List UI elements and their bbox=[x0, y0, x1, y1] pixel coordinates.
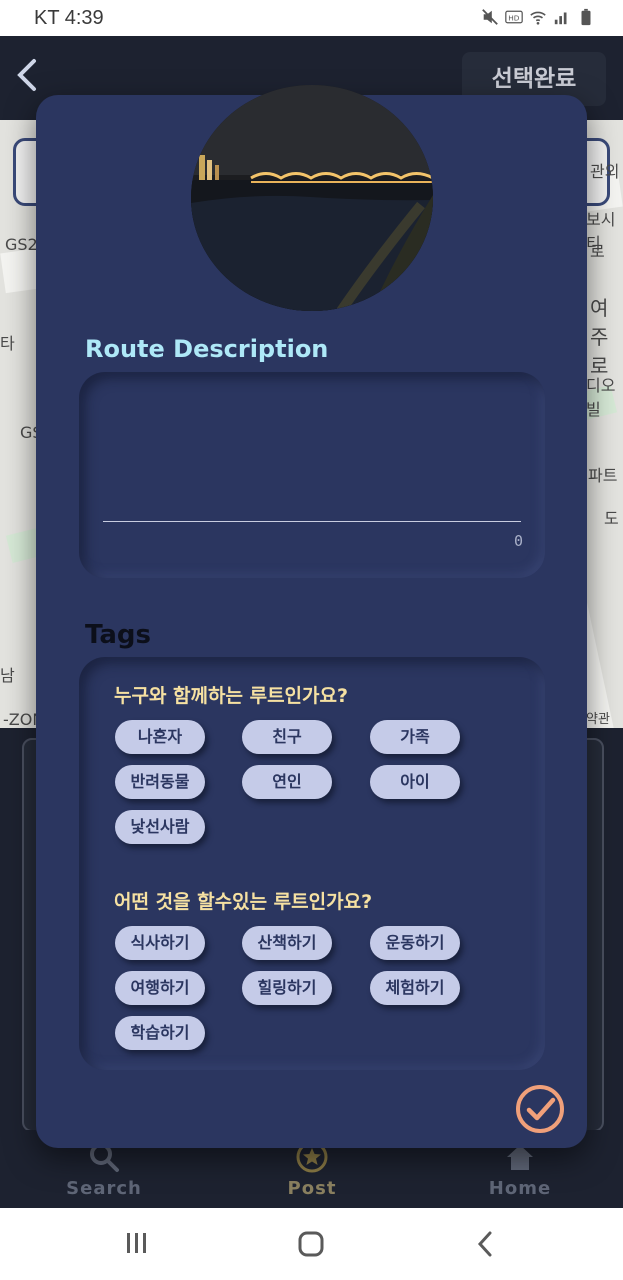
route-dialog: Route Description 0 Tags 누구와 함께하는 루트인가요?… bbox=[36, 85, 587, 1148]
map-label: GS2 bbox=[5, 235, 38, 254]
signal-icon bbox=[554, 12, 567, 25]
route-photo[interactable] bbox=[191, 85, 433, 311]
back-button[interactable] bbox=[14, 58, 44, 94]
tag-question-activity: 어떤 것을 할수있는 루트인가요? bbox=[114, 891, 373, 913]
tag-question-companion: 누구와 함께하는 루트인가요? bbox=[114, 685, 349, 707]
tag-chip[interactable]: 친구 bbox=[242, 720, 332, 754]
recents-icon[interactable] bbox=[124, 1230, 150, 1256]
description-title: Route Description bbox=[85, 335, 329, 363]
map-label: 약관 bbox=[586, 712, 610, 727]
nav-post[interactable]: Post bbox=[252, 1140, 372, 1199]
mute-icon bbox=[482, 9, 498, 25]
map-label: 타 bbox=[0, 334, 15, 353]
hd-icon: HD bbox=[505, 10, 523, 24]
map-label: 도 bbox=[604, 509, 619, 528]
tag-chip[interactable]: 식사하기 bbox=[115, 926, 205, 960]
svg-text:HD: HD bbox=[508, 13, 520, 22]
nav-home[interactable]: Home bbox=[460, 1140, 580, 1199]
tag-chip[interactable]: 여행하기 bbox=[115, 971, 205, 1005]
map-label: 디오빌 bbox=[586, 376, 616, 419]
nav-search[interactable]: Search bbox=[44, 1140, 164, 1199]
check-circle-icon bbox=[516, 1085, 564, 1133]
tag-chip[interactable]: 연인 bbox=[242, 765, 332, 799]
tag-chip[interactable]: 산책하기 bbox=[242, 926, 332, 960]
map-label: 관외 bbox=[590, 162, 620, 181]
status-bar: KT 4:39 HD bbox=[0, 0, 623, 36]
tag-chip[interactable]: 체험하기 bbox=[370, 971, 460, 1005]
nav-post-label: Post bbox=[287, 1178, 337, 1199]
tag-chip[interactable]: 반려동물 bbox=[115, 765, 205, 799]
home-circle-icon[interactable] bbox=[297, 1230, 325, 1258]
tag-chip[interactable]: 운동하기 bbox=[370, 926, 460, 960]
tag-chip[interactable]: 나혼자 bbox=[115, 720, 205, 754]
tag-chip[interactable]: 가족 bbox=[370, 720, 460, 754]
night-river-photo bbox=[191, 85, 433, 311]
nav-search-label: Search bbox=[66, 1178, 142, 1199]
tag-chip[interactable]: 낯선사람 bbox=[115, 810, 205, 844]
nav-home-label: Home bbox=[488, 1178, 552, 1199]
description-input[interactable] bbox=[103, 402, 521, 520]
wifi-icon bbox=[530, 11, 546, 25]
tag-chip[interactable]: 학습하기 bbox=[115, 1016, 205, 1050]
back-icon[interactable] bbox=[474, 1230, 498, 1258]
system-nav-bar bbox=[0, 1208, 623, 1280]
chevron-left-icon bbox=[17, 59, 36, 91]
tag-chip[interactable]: 힐링하기 bbox=[242, 971, 332, 1005]
confirm-button[interactable] bbox=[515, 1084, 565, 1134]
battery-icon bbox=[581, 8, 591, 26]
map-label: 여주로 bbox=[590, 296, 609, 378]
tag-chip[interactable]: 아이 bbox=[370, 765, 460, 799]
tags-title: Tags bbox=[85, 620, 152, 650]
description-underline bbox=[103, 521, 521, 522]
map-label: 남 bbox=[0, 666, 15, 685]
tags-box: 누구와 함께하는 루트인가요? 나혼자 친구 가족 반려동물 연인 아이 낯선사… bbox=[79, 657, 545, 1070]
status-carrier-time: KT 4:39 bbox=[34, 7, 104, 29]
status-icons: HD bbox=[481, 8, 595, 26]
description-box: 0 bbox=[79, 372, 545, 578]
character-counter: 0 bbox=[513, 532, 523, 550]
map-label: 파트 bbox=[588, 466, 618, 485]
map-label: 로 bbox=[590, 242, 605, 261]
